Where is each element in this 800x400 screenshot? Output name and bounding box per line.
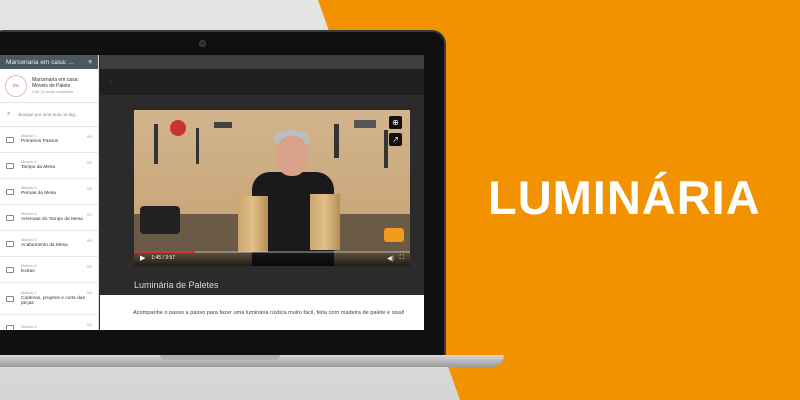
module-name: Pernas da Mesa xyxy=(21,191,56,197)
folder-icon xyxy=(6,324,14,330)
module-label: Módulo 2 xyxy=(21,160,37,165)
folder-icon xyxy=(6,240,14,247)
lesson-description: Acompanhe o passo a passo para fazer uma… xyxy=(100,295,424,330)
module-count: 0/5 xyxy=(86,187,92,191)
sidebar-header: Marcenaria em casa: ... ≡ xyxy=(0,55,98,69)
video-tool xyxy=(196,128,199,164)
video-tool xyxy=(384,228,404,242)
module-item[interactable]: Módulo 4 Arremate do Tampo da Mesa 0/7 xyxy=(0,205,98,231)
play-icon[interactable]: ▶ xyxy=(140,254,145,262)
video-tool xyxy=(384,130,388,168)
module-item[interactable]: Módulo 7 Cadeiras, projetos e corte das … xyxy=(0,283,98,315)
module-name: Primeiros Passos xyxy=(21,139,59,145)
progress-text: 0 de 24 aulas completas xyxy=(32,90,74,94)
folder-icon xyxy=(6,295,14,302)
module-item[interactable]: Módulo 5 Acabamento da Mesa 0/3 xyxy=(0,231,98,257)
course-sidebar: Marcenaria em casa: ... ≡ 0% Marcenaria … xyxy=(0,55,99,330)
share-icon[interactable]: ↗ xyxy=(389,133,402,146)
module-label: Módulo 4 xyxy=(21,212,37,217)
module-label: Módulo 3 xyxy=(21,186,37,191)
module-label: Módulo 6 xyxy=(21,264,37,269)
fullscreen-icon[interactable]: ⛶ xyxy=(400,255,404,262)
menu-icon[interactable]: ≡ xyxy=(88,59,92,66)
player-area: ⊕ ↗ ▶ 1:45 / 3:57 ◀) ⛶ Luminária de Pale… xyxy=(100,95,424,295)
module-name: Acabamento da Mesa xyxy=(21,243,68,249)
folder-icon xyxy=(6,162,14,169)
module-item[interactable]: Módulo 3 Pernas da Mesa 0/5 xyxy=(0,179,98,205)
module-item[interactable]: Módulo 6 Extras 0/3 xyxy=(0,257,98,283)
module-label: Módulo 8 xyxy=(21,325,37,329)
folder-icon xyxy=(6,214,14,221)
lesson-title: Luminária de Paletes xyxy=(134,280,219,290)
top-bar xyxy=(100,55,424,69)
video-controls: ▶ 1:45 / 3:57 ◀) ⛶ xyxy=(134,250,410,266)
sidebar-course-title: Marcenaria em casa: ... xyxy=(6,58,74,66)
lesson-nav-bar: ○ xyxy=(100,69,424,95)
course-progress: 0% Marcenaria em casa: Móveis de Palete … xyxy=(0,69,98,103)
module-count: 0/3 xyxy=(86,265,92,269)
laptop-screen: Marcenaria em casa: ... ≡ 0% Marcenaria … xyxy=(0,55,424,330)
volume-icon[interactable]: ◀) xyxy=(387,255,394,262)
video-tool xyxy=(214,122,232,128)
video-presenter-head xyxy=(276,136,308,176)
video-tool xyxy=(154,124,158,164)
circle-icon[interactable]: ○ xyxy=(110,79,113,85)
module-name: Cadeiras, projetos e corte das peças xyxy=(21,295,85,307)
video-lamp xyxy=(238,196,268,252)
module-label: Módulo 5 xyxy=(21,238,37,243)
video-time: 1:45 / 3:57 xyxy=(151,255,176,261)
module-count: 0/3 xyxy=(86,239,92,243)
module-count: 0/7 xyxy=(86,213,92,217)
module-count: 0/2 xyxy=(86,135,92,139)
module-count: 0/3 xyxy=(86,323,92,327)
folder-icon xyxy=(6,136,14,143)
module-count: 0/2 xyxy=(86,161,92,165)
module-name: Arremate do Tampo da Mesa xyxy=(21,217,83,223)
module-count: 0/4 xyxy=(86,291,92,295)
folder-icon xyxy=(6,188,14,195)
search-placeholder: Busque por uma aula ou tag... xyxy=(18,112,79,117)
module-name: Tampo da Mesa xyxy=(21,165,56,171)
camera-icon xyxy=(199,40,206,47)
search-icon: ⌕ xyxy=(7,111,11,117)
module-name: Extras xyxy=(21,269,35,275)
video-lamp xyxy=(310,194,340,250)
course-name: Marcenaria em casa: Móveis de Palete xyxy=(32,77,79,89)
progress-ring: 0% xyxy=(5,74,27,97)
module-item[interactable]: Módulo 2 Tampo da Mesa 0/2 xyxy=(0,153,98,179)
video-tool xyxy=(354,120,376,128)
folder-icon xyxy=(6,266,14,273)
promo-title: LUMINÁRIA xyxy=(488,171,761,224)
lesson-search[interactable]: ⌕ Busque por uma aula ou tag... xyxy=(0,103,98,127)
module-label: Módulo 7 xyxy=(21,290,37,295)
video-player[interactable]: ⊕ ↗ ▶ 1:45 / 3:57 ◀) ⛶ xyxy=(134,110,410,266)
settings-icon[interactable]: ⊕ xyxy=(389,116,402,129)
video-tool xyxy=(334,124,339,158)
laptop-notch xyxy=(160,355,280,360)
module-item[interactable]: Módulo 1 Primeiros Passos 0/2 xyxy=(0,127,98,153)
video-tool xyxy=(170,120,186,136)
module-item[interactable]: Módulo 8 0/3 xyxy=(0,315,98,330)
module-label: Módulo 1 xyxy=(21,134,37,139)
video-tool xyxy=(140,206,180,234)
